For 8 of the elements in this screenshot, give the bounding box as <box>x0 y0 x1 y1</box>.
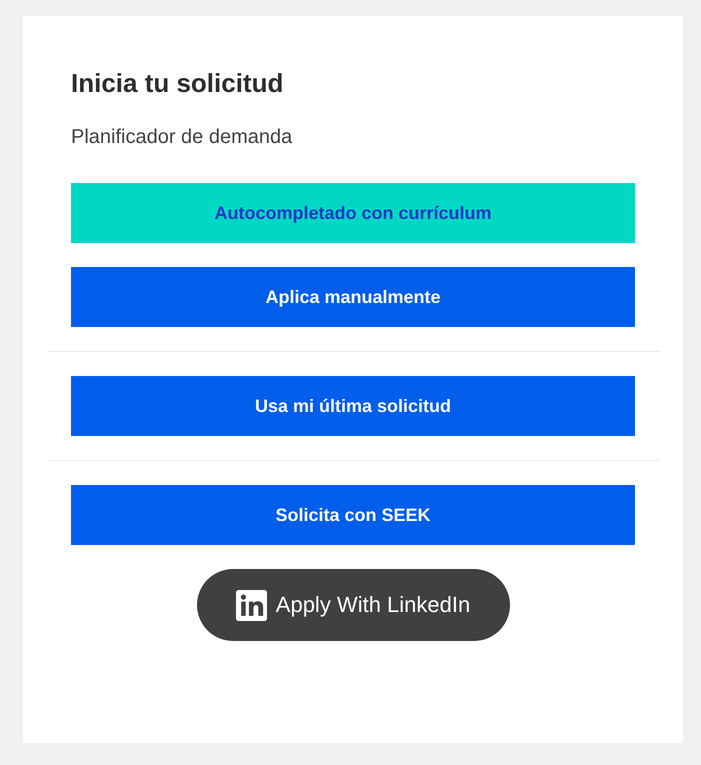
job-title: Planificador de demanda <box>71 125 294 149</box>
apply-button[interactable]: Usa mi última solicitud <box>71 376 635 436</box>
form-title: Inicia tu solicitud <box>71 68 284 98</box>
linkedin-apply-button[interactable]: Apply With LinkedIn <box>196 569 510 641</box>
apply-button[interactable]: Solicita con SEEK <box>71 485 635 545</box>
linkedin-icon <box>236 590 267 620</box>
apply-button[interactable]: Autocompletado con currículum <box>71 183 635 243</box>
apply-button[interactable]: Aplica manualmente <box>71 267 635 327</box>
